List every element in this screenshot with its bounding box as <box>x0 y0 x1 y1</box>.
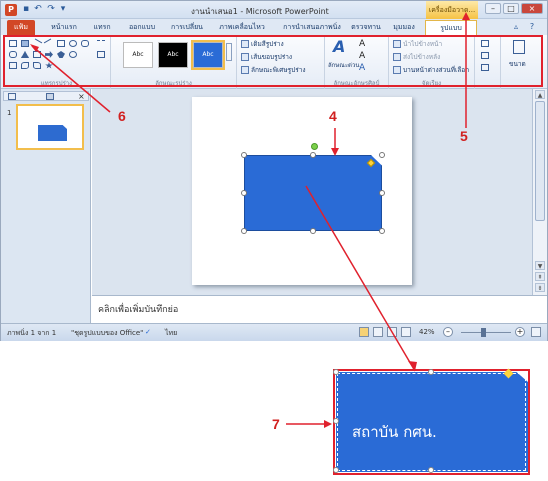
arrowhead <box>331 148 339 156</box>
annotation-7: 7 <box>272 416 280 432</box>
arrowhead <box>408 361 417 371</box>
arrow-shape-to-callout <box>305 185 416 372</box>
arrowhead <box>462 12 470 20</box>
annotation-5: 5 <box>460 128 468 144</box>
annotation-6: 6 <box>118 108 126 124</box>
arrow-6 <box>31 45 111 113</box>
annotation-4: 4 <box>329 108 337 124</box>
annotation-arrows <box>30 12 470 428</box>
arrowhead <box>324 420 332 428</box>
